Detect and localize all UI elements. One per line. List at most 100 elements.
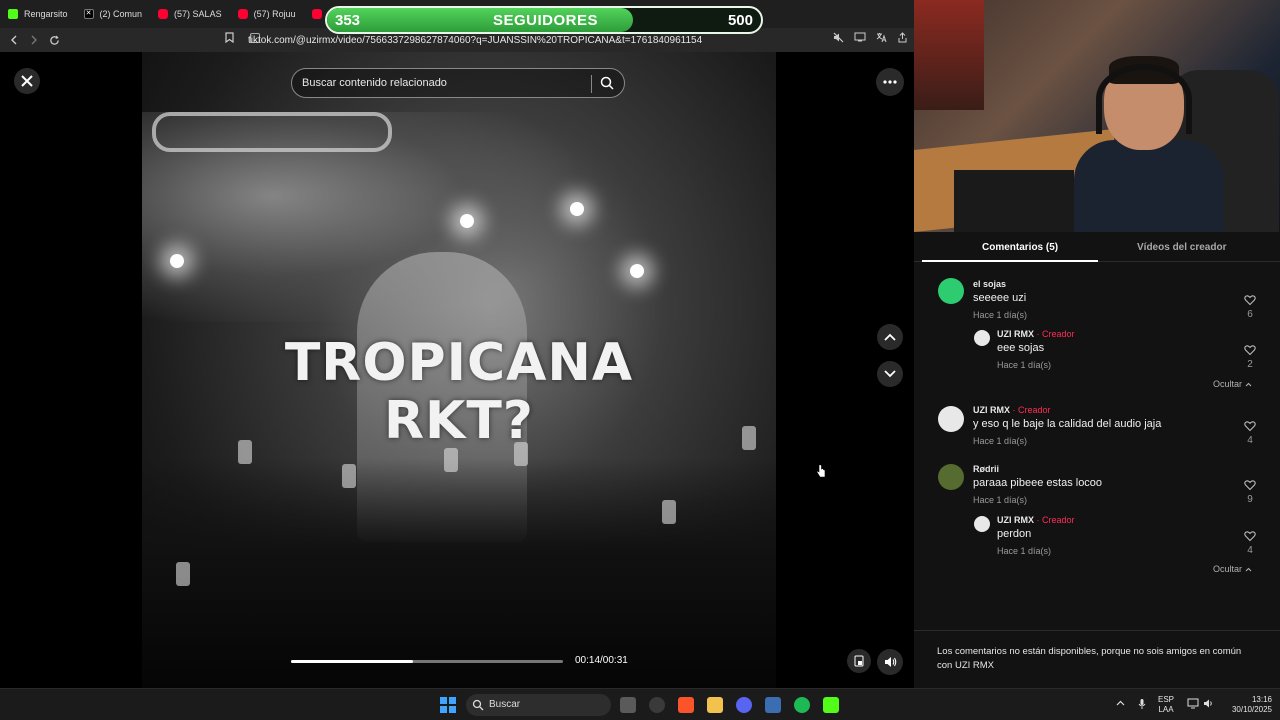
reply-item: UZI RMX · Creador eee sojas Hace 1 día(s… <box>914 328 1280 372</box>
comment-author[interactable]: UZI RMX · Creador <box>997 329 1075 339</box>
brave-browser-icon[interactable] <box>678 697 694 713</box>
avatar[interactable] <box>938 278 964 304</box>
stage-light <box>170 254 184 268</box>
comment-time: Hace 1 día(s) <box>973 310 1028 320</box>
heart-icon[interactable] <box>1244 420 1256 432</box>
taskbar-search-label: Buscar <box>489 699 521 710</box>
picture-in-picture-button[interactable] <box>847 649 871 673</box>
avatar[interactable] <box>938 406 964 432</box>
comment-item: UZI RMX · Creador y eso q le baje la cal… <box>914 404 1280 452</box>
stage-light <box>460 214 474 228</box>
chevron-up-icon <box>884 333 896 341</box>
spotify-icon[interactable] <box>794 697 810 713</box>
heart-icon[interactable] <box>1244 344 1256 356</box>
ellipsis-icon <box>883 80 897 84</box>
comment-text: perdon <box>997 528 1032 540</box>
cast-icon[interactable] <box>854 32 866 46</box>
crowd-phone <box>176 562 190 586</box>
taskbar-search[interactable]: Buscar <box>466 694 611 716</box>
share-icon[interactable] <box>897 32 908 46</box>
volume-button[interactable] <box>877 649 903 675</box>
browser-tab[interactable]: Rengarsito <box>0 0 76 28</box>
previous-video-button[interactable] <box>877 324 903 350</box>
author-name: UZI RMX <box>973 405 1010 415</box>
network-icon[interactable] <box>1187 698 1199 709</box>
system-clock[interactable]: 13:16 30/10/2025 <box>1222 695 1272 715</box>
webcam-monitor <box>954 170 1074 232</box>
crowd-phone <box>662 500 676 524</box>
discord-icon[interactable] <box>736 697 752 713</box>
browser-tab[interactable]: (57) SALAS <box>150 0 230 28</box>
avatar[interactable] <box>974 330 990 346</box>
clock-date: 30/10/2025 <box>1231 705 1272 714</box>
video-player[interactable]: TROPICANA RKT? <box>142 52 776 688</box>
app-icon[interactable] <box>765 697 781 713</box>
speaker-icon[interactable] <box>1203 698 1214 709</box>
windows-taskbar: Buscar ESP LAA 13:16 30/10/2025 <box>0 688 1280 720</box>
clock-time: 13:16 <box>1251 695 1272 704</box>
task-view-icon[interactable] <box>620 697 636 713</box>
heart-icon[interactable] <box>1244 479 1256 491</box>
yt-favicon-icon <box>311 9 322 19</box>
heart-icon[interactable] <box>1244 294 1256 306</box>
webcam-person-shirt <box>1074 140 1224 232</box>
related-search-placeholder: Buscar contenido relacionado <box>302 77 447 89</box>
hide-label: Ocultar <box>1213 564 1243 574</box>
file-explorer-icon[interactable] <box>707 697 723 713</box>
active-tab-indicator <box>922 260 1098 262</box>
language-line1: ESP <box>1158 695 1175 704</box>
browser-tab[interactable]: ✕ (2) Comun <box>76 0 151 28</box>
comment-author[interactable]: el sojas <box>973 279 1006 289</box>
back-icon[interactable] <box>4 30 24 50</box>
streamer-webcam <box>914 0 1280 232</box>
hide-replies-button[interactable]: Ocultar <box>1213 564 1252 574</box>
volume-icon <box>884 657 896 667</box>
chevron-down-icon <box>884 370 896 378</box>
search-icon[interactable] <box>599 75 615 91</box>
creator-badge: · Creador <box>1012 405 1051 415</box>
tab-creator-videos[interactable]: Vídeos del creador <box>1137 242 1226 253</box>
comment-author[interactable]: UZI RMX · Creador <box>997 515 1075 525</box>
language-indicator[interactable]: ESP LAA <box>1158 695 1174 715</box>
forward-icon[interactable] <box>24 30 44 50</box>
yt-favicon-icon <box>237 9 248 19</box>
reply-item: UZI RMX · Creador perdon Hace 1 día(s) 4 <box>914 514 1280 558</box>
webcam-poster <box>914 0 984 110</box>
obs-icon[interactable] <box>649 697 665 713</box>
comment-author[interactable]: Rødrii <box>973 464 999 474</box>
avatar[interactable] <box>938 464 964 490</box>
tiktok-player-area: TROPICANA RKT? Buscar contenido relacion… <box>0 52 914 688</box>
next-video-button[interactable] <box>877 361 903 387</box>
kick-icon[interactable] <box>823 697 839 713</box>
creator-badge: · Creador <box>1036 329 1075 339</box>
tray-chevron-up-icon[interactable] <box>1116 700 1125 706</box>
follower-goal-label: SEGUIDORES <box>493 12 599 29</box>
avatar[interactable] <box>974 516 990 532</box>
hide-replies-button[interactable]: Ocultar <box>1213 379 1252 389</box>
microphone-icon[interactable] <box>1138 698 1146 710</box>
close-button[interactable] <box>14 68 40 94</box>
mute-site-icon[interactable] <box>833 32 844 46</box>
comment-author[interactable]: UZI RMX · Creador <box>973 405 1051 415</box>
reload-icon[interactable] <box>44 30 64 50</box>
language-line2: LAA <box>1158 705 1174 714</box>
like-count: 9 <box>1247 494 1253 505</box>
browser-tab[interactable]: (57) Rojuu <box>230 0 304 28</box>
comment-time: Hace 1 día(s) <box>973 495 1028 505</box>
video-progress-bar[interactable] <box>291 660 563 663</box>
url-text: tiktok.com/@uzirmx/video/756633729862787… <box>248 34 703 46</box>
author-name: UZI RMX <box>997 329 1034 339</box>
translate-icon[interactable] <box>876 32 887 46</box>
related-search-input[interactable]: Buscar contenido relacionado <box>291 68 625 98</box>
comment-item: Rødrii paraaa pibeee estas locoo Hace 1 … <box>914 462 1280 510</box>
windows-start-icon[interactable] <box>440 697 456 713</box>
follower-goal-current: 353 <box>335 12 361 29</box>
comment-item: el sojas seeeee uzi Hace 1 día(s) 6 <box>914 276 1280 326</box>
heart-icon[interactable] <box>1244 530 1256 542</box>
video-progress-fill <box>291 660 414 663</box>
like-count: 2 <box>1247 359 1253 370</box>
more-options-button[interactable] <box>876 68 904 96</box>
kick-favicon-icon <box>8 9 18 19</box>
tab-comments[interactable]: Comentarios (5) <box>982 242 1058 253</box>
search-divider <box>591 75 592 93</box>
